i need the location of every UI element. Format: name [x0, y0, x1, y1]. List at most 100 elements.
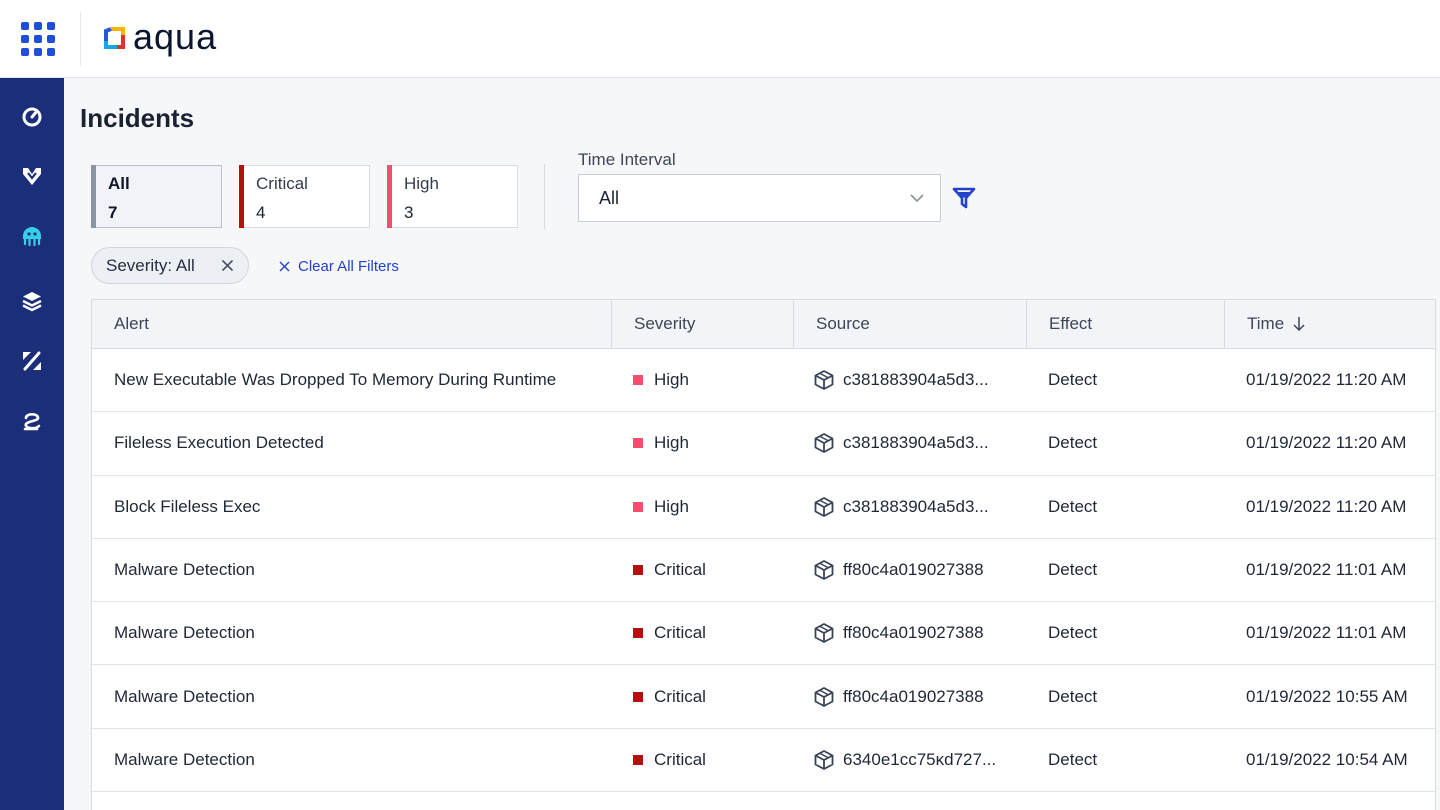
container-cube-icon [814, 623, 834, 644]
top-bar: aqua [0, 0, 1440, 78]
table-row[interactable]: Fileless Execution Detected High c38188390… [92, 412, 1435, 476]
severity-label: High [654, 370, 689, 390]
time-cell: 01/19/2022 11:20 AM [1246, 412, 1406, 474]
filter-chip-label: Severity: All [106, 255, 195, 275]
nav-security[interactable] [12, 156, 52, 196]
time-cell: 01/19/2022 10:55 AM [1246, 666, 1408, 728]
alert-name-cell: Malware Detection [114, 539, 255, 601]
severity-square-icon [633, 691, 643, 702]
time-cell: 01/19/2022 11:01 AM [1246, 602, 1406, 664]
incidents-table: Alert Severity Source Effect Time New Ex… [91, 299, 1436, 810]
alert-name: Block Fileless Exec [114, 496, 261, 516]
time-label: 01/19/2022 11:20 AM [1246, 433, 1407, 453]
aqua-logo[interactable]: aqua [102, 16, 218, 58]
column-header-label: Alert [114, 314, 149, 333]
source-cell[interactable]: c381883904a5d3... [813, 412, 989, 474]
alert-name: Malware Detection [114, 560, 255, 580]
container-cube-icon [814, 686, 834, 707]
nav-dashboard[interactable] [12, 96, 52, 136]
column-header-effect[interactable]: Effect [1027, 300, 1225, 348]
severity-cell: Critical [633, 729, 706, 791]
alert-name-cell: Block Fileless Exec [114, 476, 260, 538]
source-id: ff80c4a019027388 [843, 560, 984, 580]
severity-label: High [654, 433, 689, 453]
column-header-source[interactable]: Source [794, 300, 1027, 348]
column-header-time[interactable]: Time [1225, 300, 1435, 348]
source-cell[interactable]: ff80c4a019027388 [813, 539, 984, 601]
column-header-label: Effect [1049, 314, 1093, 333]
table-header: Alert Severity Source Effect Time [92, 300, 1435, 349]
severity-cell: High [633, 412, 689, 474]
table-row[interactable]: Malware Detection Critical ff80c4a01902738… [92, 666, 1435, 729]
effect-cell: Detect [1048, 349, 1097, 411]
nav-policies[interactable] [12, 341, 52, 381]
dashboard-gauge-icon [22, 107, 42, 127]
incidents-jellyfish-icon [23, 227, 41, 247]
source-id: c381883904a5d3... [843, 370, 989, 390]
sort-arrow-down-icon [1293, 317, 1305, 332]
effect-label: Detect [1048, 370, 1098, 390]
page-title: Incidents [80, 103, 195, 133]
severity-label: Critical [654, 749, 706, 769]
time-label: 01/19/2022 11:20 AM [1246, 496, 1407, 516]
severity-cell: Critical [633, 602, 706, 664]
time-label: 01/19/2022 11:01 AM [1246, 560, 1407, 580]
severity-card-high[interactable]: High 3 [387, 165, 518, 228]
source-cell[interactable]: c381883904a5d3... [813, 476, 989, 538]
nav-integrations[interactable] [12, 401, 52, 441]
nav-inventory[interactable] [12, 281, 52, 321]
effect-cell: Detect [1048, 476, 1097, 538]
time-cell: 01/19/2022 11:20 AM [1246, 349, 1406, 411]
remove-filter-close-icon[interactable] [221, 259, 234, 272]
alert-name: Malware Detection [114, 749, 255, 769]
container-cube-icon [814, 496, 834, 517]
severity-square-icon [633, 375, 643, 386]
severity-square-icon [633, 501, 643, 512]
severity-label: High [654, 496, 689, 516]
severity-indicator-bar [387, 165, 392, 228]
clear-all-filters-button[interactable]: Clear All Filters [279, 257, 399, 275]
time-cell: 01/19/2022 11:20 AM [1246, 476, 1406, 538]
severity-label: Critical [654, 560, 706, 580]
severity-card-all[interactable]: All 7 [91, 165, 222, 228]
severity-indicator-bar [239, 165, 244, 228]
source-cell[interactable]: c381883904a5d3... [813, 349, 989, 411]
filter-funnel-icon[interactable] [952, 186, 976, 210]
column-header-alert[interactable]: Alert [92, 300, 612, 348]
time-label: 01/19/2022 11:01 AM [1246, 623, 1407, 643]
brand-name: aqua [133, 16, 218, 57]
nav-incidents[interactable] [12, 216, 52, 256]
filter-chip-severity[interactable]: Severity: All [91, 247, 249, 284]
severity-card-count: 3 [404, 203, 414, 222]
time-label: 01/19/2022 10:54 AM [1246, 749, 1408, 769]
source-id: c381883904a5d3... [843, 496, 989, 516]
app-launcher-grid-icon[interactable] [18, 19, 58, 59]
layers-stack-icon [22, 292, 42, 312]
alert-name: Malware Detection [114, 623, 255, 643]
time-label: 01/19/2022 11:20 AM [1246, 370, 1407, 390]
severity-cell: Critical [633, 539, 706, 601]
alert-name: New Executable Was Dropped To Memory Dur… [114, 370, 557, 390]
table-row[interactable]: Malware Detection Critical ff80c4a01902738… [92, 602, 1435, 666]
time-cell: 01/19/2022 11:01 AM [1246, 539, 1406, 601]
severity-card-critical[interactable]: Critical 4 [239, 165, 370, 228]
effect-cell: Detect [1048, 602, 1097, 664]
table-row[interactable]: Malware Detection Critical ff80c4a01902738… [92, 539, 1435, 603]
severity-cell: Critical [633, 666, 706, 728]
table-row[interactable]: New Executable Was Dropped To Memory Dur… [92, 349, 1435, 413]
chevron-down-icon [910, 194, 924, 203]
source-cell[interactable]: 6340e1cc75ĸd727... [813, 729, 996, 791]
severity-cell: High [633, 349, 689, 411]
source-cell[interactable]: ff80c4a019027388 [813, 666, 984, 728]
aqua-logo-mark-icon [104, 27, 125, 49]
time-interval-select[interactable]: All [578, 174, 941, 222]
source-cell[interactable]: ff80c4a019027388 [813, 602, 984, 664]
table-row[interactable]: Block Fileless Exec High c381883904a5d3...… [92, 476, 1435, 539]
alert-name-cell: New Executable Was Dropped To Memory Dur… [114, 349, 556, 411]
top-divider [80, 12, 81, 66]
filter-divider [544, 164, 545, 230]
column-header-severity[interactable]: Severity [612, 300, 794, 348]
effect-cell: Detect [1048, 412, 1097, 474]
source-id: ff80c4a019027388 [843, 686, 984, 706]
table-row[interactable]: Malware Detection Critical 6340e1cc75ĸd727… [92, 729, 1435, 793]
